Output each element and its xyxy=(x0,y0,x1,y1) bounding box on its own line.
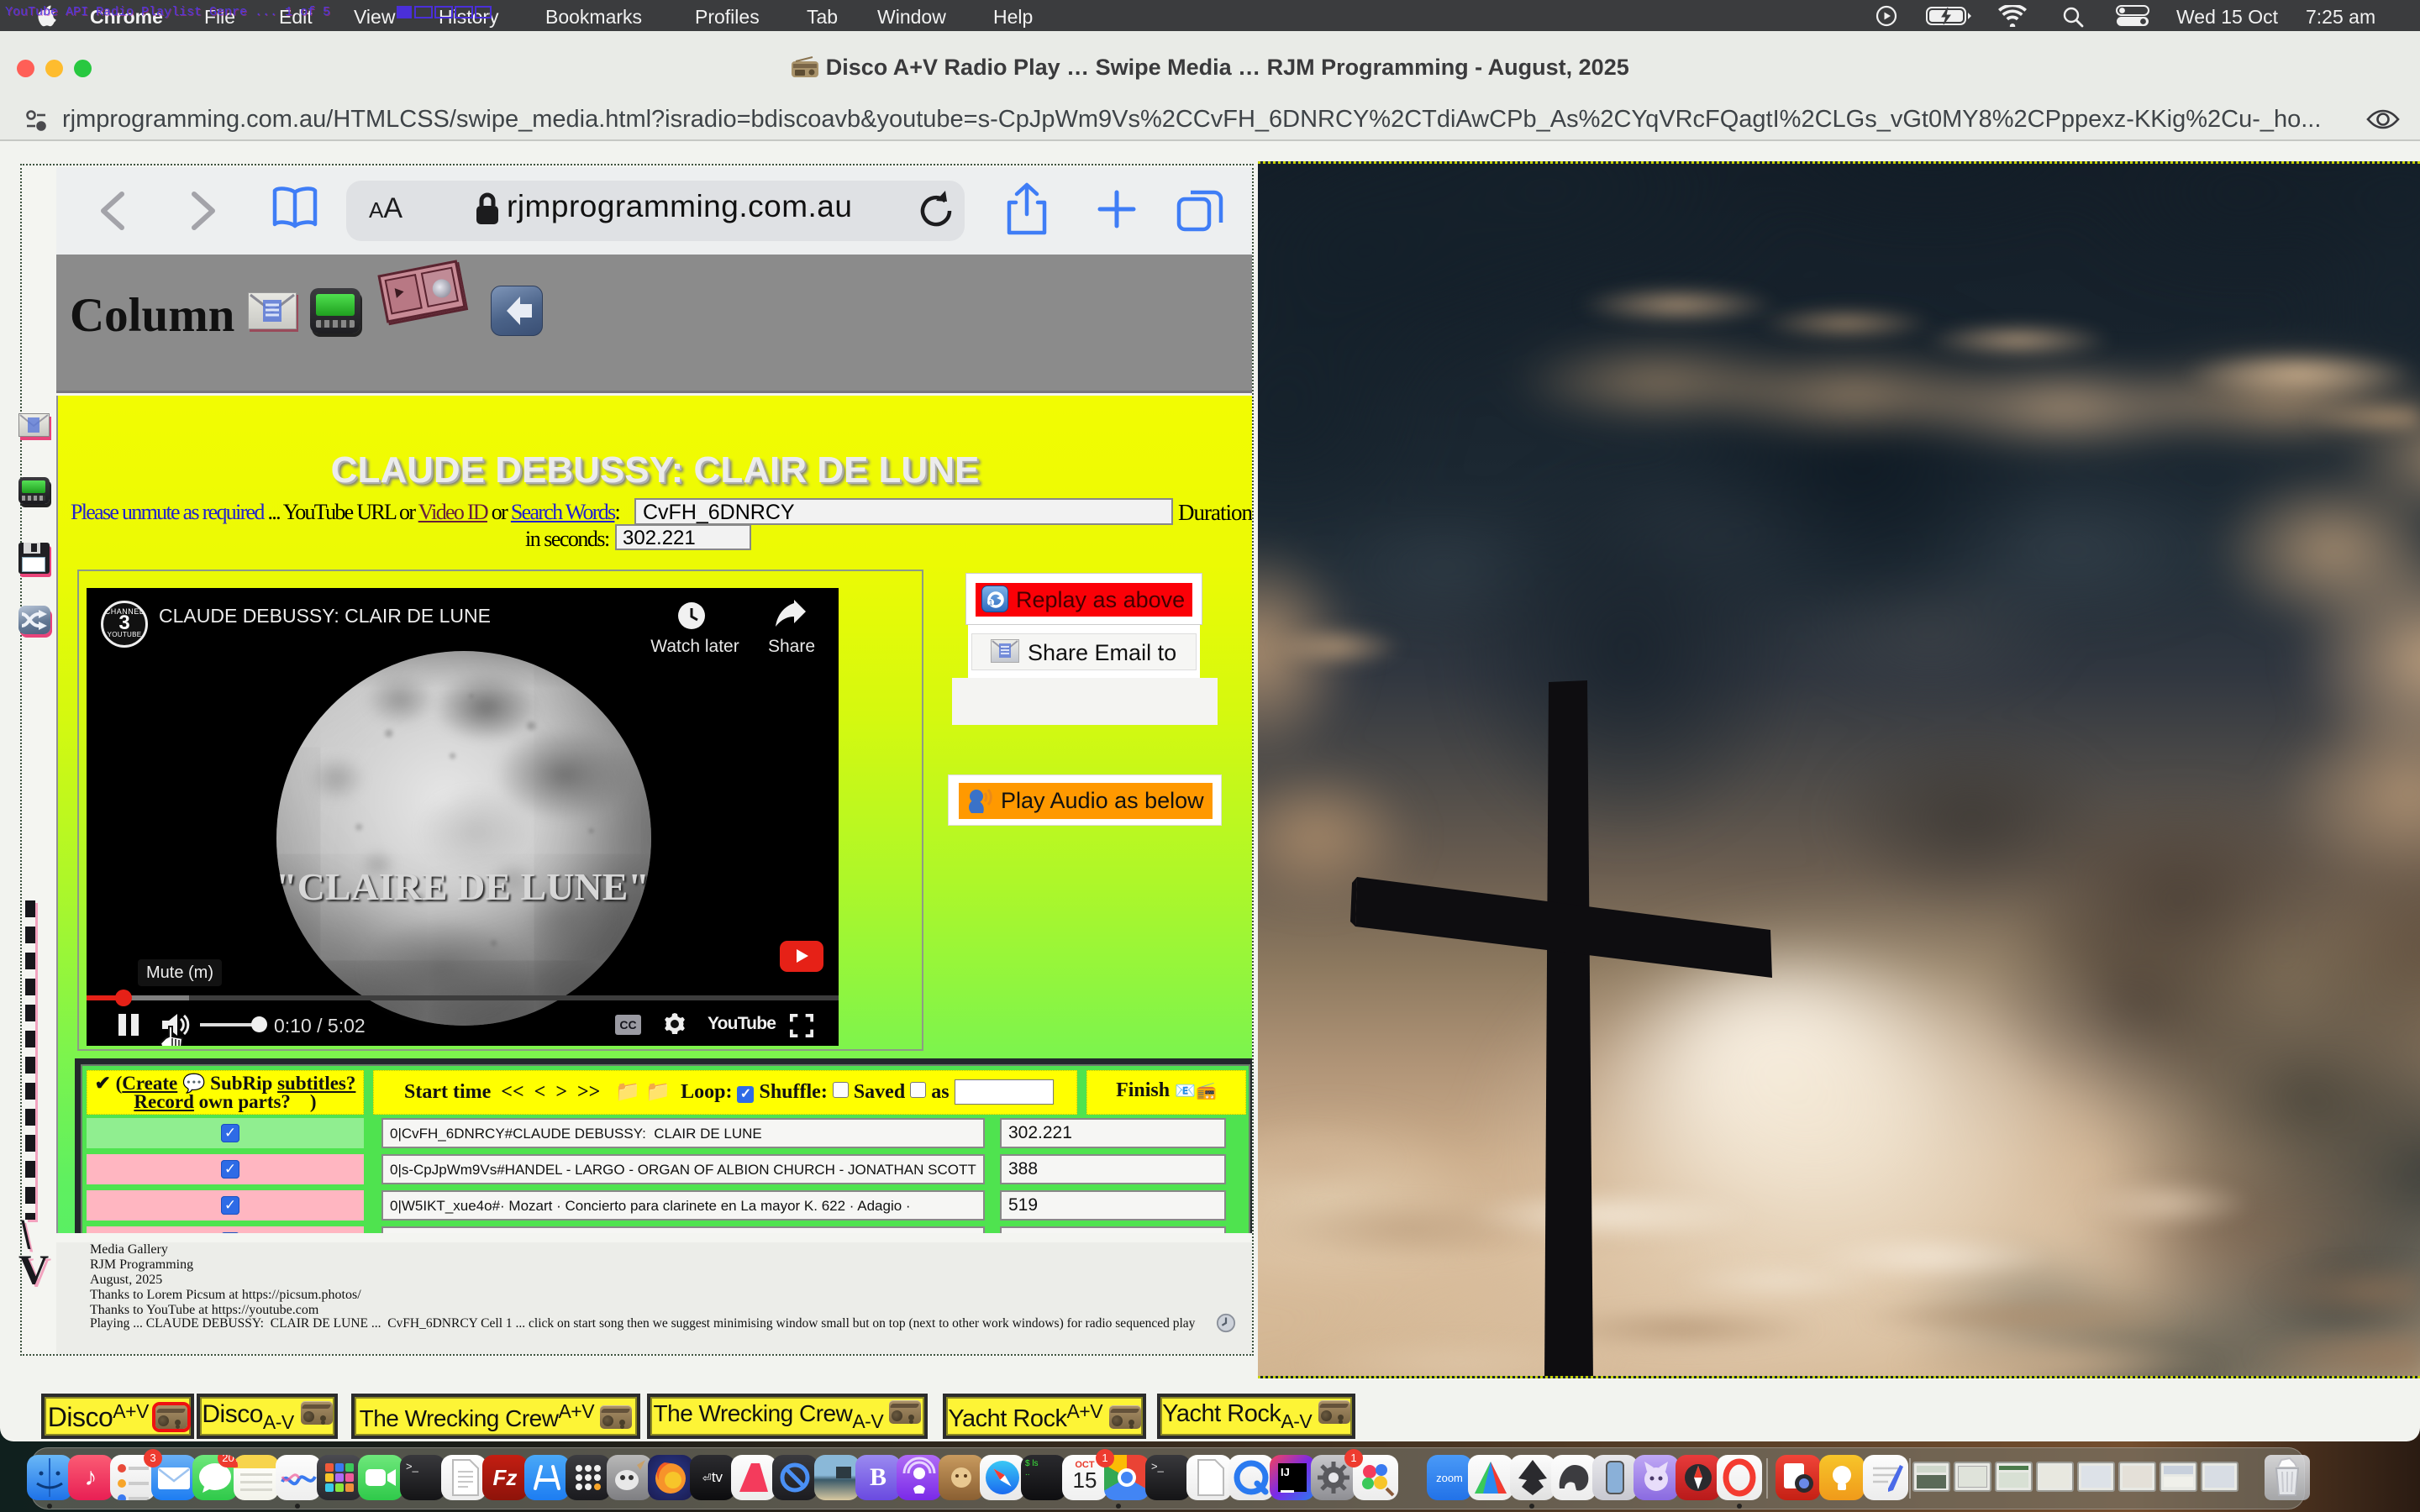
svg-text:zoom: zoom xyxy=(1436,1472,1463,1484)
svg-text:1: 1 xyxy=(988,599,992,607)
